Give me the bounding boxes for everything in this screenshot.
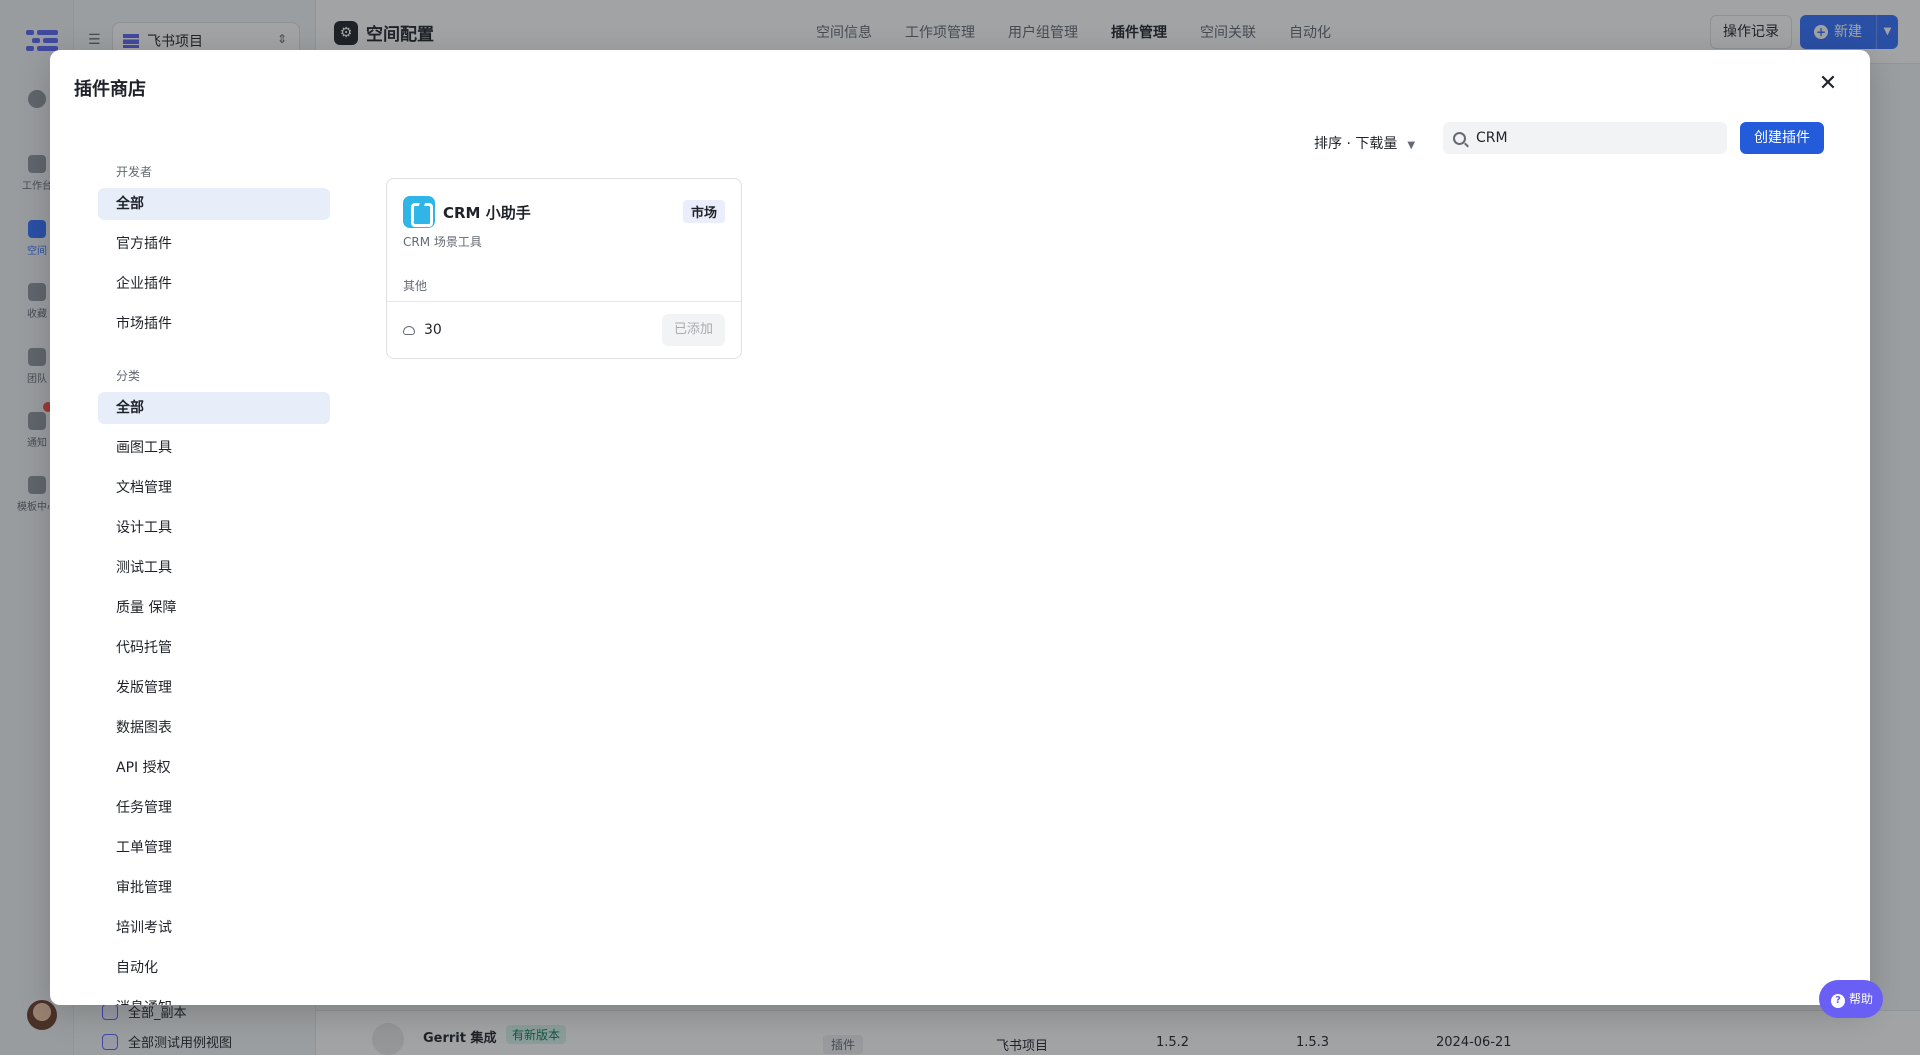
create-plugin-button[interactable]: 创建插件 [1740,122,1824,154]
search-input[interactable] [1476,130,1716,146]
filter-developer-all[interactable]: 全部 [98,188,330,220]
sort-label: 排序 · 下载量 [1314,136,1398,152]
plugin-card[interactable]: CRM 小助手 市场 CRM 场景工具 其他 30 已添加 [386,178,742,359]
plugin-source-badge: 市场 [682,200,725,223]
filter-category-item[interactable]: API 授权 [98,752,330,784]
close-icon[interactable]: ✕ [1816,72,1840,96]
sort-dropdown[interactable]: 排序 · 下载量 ▼ [1314,128,1415,160]
category-group-title: 分类 [116,369,141,383]
developer-group-title: 开发者 [116,165,153,179]
filter-developer-official[interactable]: 官方插件 [98,228,330,260]
filter-developer-enterprise[interactable]: 企业插件 [98,268,330,300]
filter-category-all[interactable]: 全部 [98,392,330,424]
filter-category-item[interactable]: 审批管理 [98,872,330,904]
caret-down-icon: ▼ [1407,140,1416,151]
filter-category-item[interactable]: 质量 保障 [98,592,330,624]
filter-category-item[interactable]: 测试工具 [98,552,330,584]
help-button[interactable]: ? 帮助 [1819,980,1883,1018]
filter-category-item[interactable]: 培训考试 [98,912,330,944]
filter-category-item[interactable]: 自动化 [98,952,330,984]
search-icon [1453,131,1466,145]
filter-category-item[interactable]: 发版管理 [98,672,330,704]
filter-developer-market[interactable]: 市场插件 [98,308,330,340]
crm-plugin-icon [403,196,435,228]
filter-category-item[interactable]: 数据图表 [98,712,330,744]
download-count: 30 [424,322,442,338]
filter-category-item[interactable]: 消息通知 [98,992,330,1005]
filter-category-item[interactable]: 设计工具 [98,512,330,544]
filter-category-item[interactable]: 任务管理 [98,792,330,824]
filter-category-item[interactable]: 代码托管 [98,632,330,664]
plugin-name: CRM 小助手 [443,204,531,222]
search-box[interactable] [1443,122,1727,154]
filter-category-item[interactable]: 画图工具 [98,432,330,464]
plugin-description: CRM 场景工具 [403,235,482,249]
filter-category-item[interactable]: 工单管理 [98,832,330,864]
filter-category-item[interactable]: 文档管理 [98,472,330,504]
plugin-store-modal: 插件商店 ✕ 开发者 全部 官方插件 企业插件 市场插件 分类 全部 画图工具 … [50,50,1870,1005]
question-icon: ? [1831,994,1845,1008]
cloud-download-icon [403,325,415,335]
plugin-category: 其他 [403,279,428,293]
modal-title: 插件商店 [74,79,146,100]
added-button: 已添加 [661,314,725,346]
plugin-downloads: 30 [403,322,442,338]
filter-sidebar: 开发者 全部 官方插件 企业插件 市场插件 分类 全部 画图工具 文档管理 设计… [98,162,330,1005]
card-divider [387,301,741,302]
